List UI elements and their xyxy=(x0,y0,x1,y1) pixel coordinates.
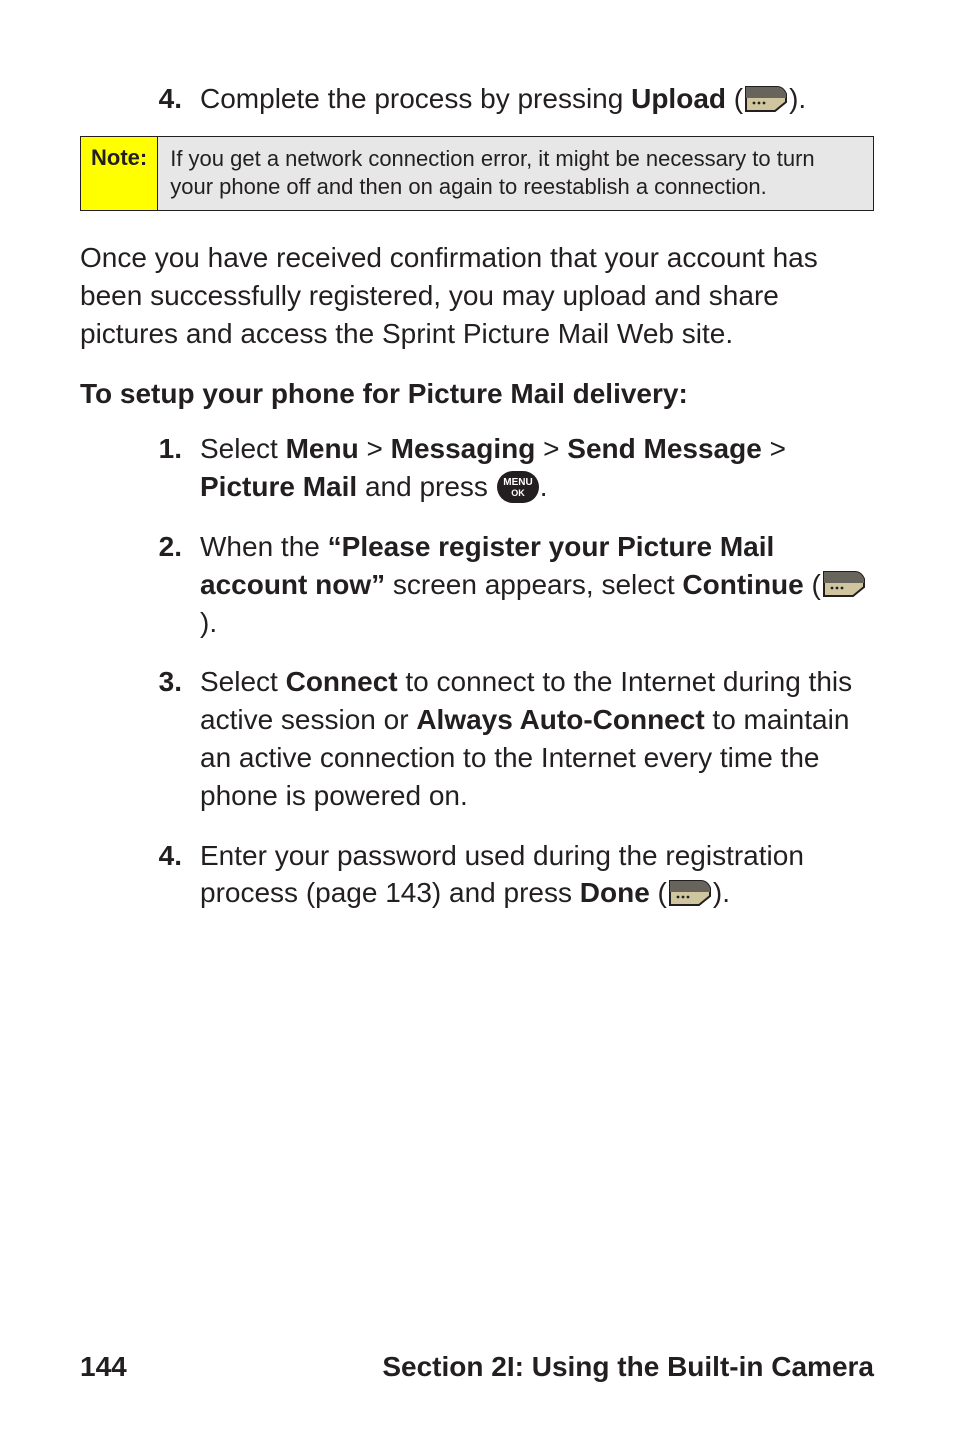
paren-open: ( xyxy=(804,569,821,600)
text-fragment: > xyxy=(535,433,567,464)
paren-close: ). xyxy=(789,83,806,114)
step-3: 3. Select Connect to connect to the Inte… xyxy=(140,663,874,814)
confirmation-paragraph: Once you have received confirmation that… xyxy=(80,239,874,352)
text-fragment: Select xyxy=(200,433,286,464)
text-fragment: Select xyxy=(200,666,286,697)
upload-label: Upload xyxy=(631,83,726,114)
note-box: Note: If you get a network connection er… xyxy=(80,136,874,211)
step-number: 4. xyxy=(140,80,200,118)
paren-open: ( xyxy=(650,877,667,908)
send-message-label: Send Message xyxy=(567,433,762,464)
step-number: 1. xyxy=(140,430,200,506)
note-label: Note: xyxy=(81,137,158,210)
step-1: 1. Select Menu > Messaging > Send Messag… xyxy=(140,430,874,506)
paren-close: ). xyxy=(200,607,217,638)
step-4-first: 4. Complete the process by pressing Uplo… xyxy=(140,80,874,118)
menu-label: Menu xyxy=(286,433,359,464)
step-number: 4. xyxy=(140,837,200,913)
step-number: 3. xyxy=(140,663,200,814)
left-softkey-icon xyxy=(821,569,867,599)
step-text: Select Connect to connect to the Interne… xyxy=(200,663,874,814)
always-auto-connect-label: Always Auto-Connect xyxy=(416,704,704,735)
text-fragment: > xyxy=(762,433,786,464)
section-title: Section 2I: Using the Built-in Camera xyxy=(382,1351,874,1383)
step-text: Enter your password used during the regi… xyxy=(200,837,874,913)
text-fragment: > xyxy=(359,433,391,464)
menu-ok-key-icon: MENUOK xyxy=(496,470,540,504)
step-2: 2. When the “Please register your Pictur… xyxy=(140,528,874,641)
paren-open: ( xyxy=(726,83,743,114)
continue-label: Continue xyxy=(682,569,803,600)
subheading: To setup your phone for Picture Mail del… xyxy=(80,378,874,410)
messaging-label: Messaging xyxy=(391,433,536,464)
step-4: 4. Enter your password used during the r… xyxy=(140,837,874,913)
done-label: Done xyxy=(580,877,650,908)
svg-text:MENU: MENU xyxy=(503,477,532,488)
step-text: Complete the process by pressing Upload … xyxy=(200,80,874,118)
step-text: Select Menu > Messaging > Send Message >… xyxy=(200,430,874,506)
page-footer: 144 Section 2I: Using the Built-in Camer… xyxy=(80,1351,874,1383)
step-number: 2. xyxy=(140,528,200,641)
text-fragment: and press xyxy=(357,471,496,502)
text-fragment: When the xyxy=(200,531,328,562)
svg-text:OK: OK xyxy=(511,488,525,498)
note-body: If you get a network connection error, i… xyxy=(158,137,873,210)
paren-close: ). xyxy=(713,877,730,908)
connect-label: Connect xyxy=(286,666,398,697)
picture-mail-label: Picture Mail xyxy=(200,471,357,502)
text-fragment: . xyxy=(540,471,548,502)
left-softkey-icon xyxy=(743,84,789,114)
left-softkey-icon xyxy=(667,878,713,908)
page-number: 144 xyxy=(80,1351,127,1383)
step-text: When the “Please register your Picture M… xyxy=(200,528,874,641)
text-fragment: Complete the process by pressing xyxy=(200,83,631,114)
text-fragment: screen appears, select xyxy=(385,569,682,600)
